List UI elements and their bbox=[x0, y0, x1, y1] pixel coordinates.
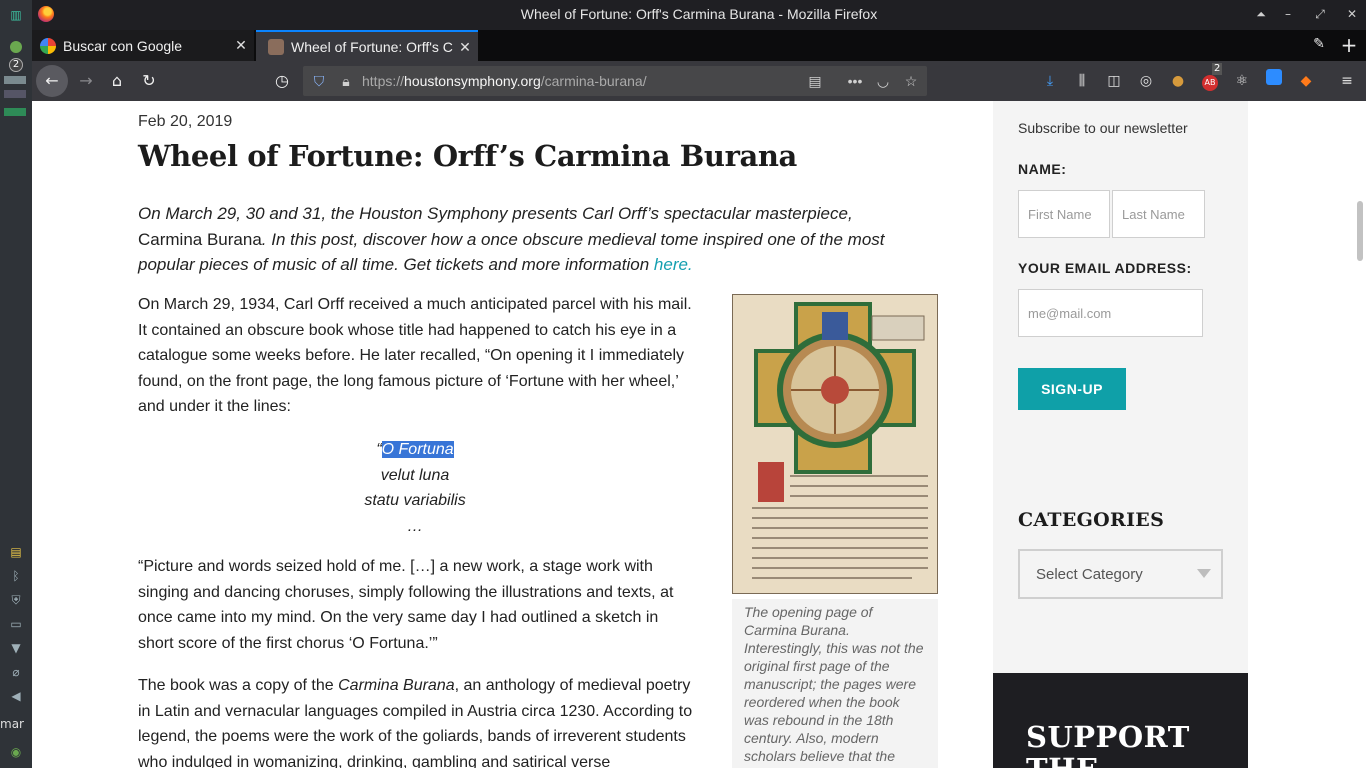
power-icon[interactable]: ◉ bbox=[5, 743, 27, 761]
categories-heading: CATEGORIES bbox=[1018, 509, 1165, 531]
tab-strip: Buscar con Google ✕ Wheel of Fortune: Or… bbox=[32, 30, 1366, 61]
sidebar-icon[interactable]: ◫ bbox=[1102, 69, 1126, 93]
back-icon[interactable]: ← bbox=[36, 65, 68, 97]
home-icon[interactable]: ⌂ bbox=[105, 69, 129, 93]
notification-icon[interactable]: 2 bbox=[5, 56, 27, 74]
forward-icon[interactable]: → bbox=[74, 69, 98, 93]
paragraph: The book was a copy of the Carmina Buran… bbox=[138, 677, 693, 768]
poem-quote: “O Fortuna velut luna statu variabilis … bbox=[364, 441, 466, 535]
first-name-field[interactable]: First Name bbox=[1018, 190, 1110, 238]
paragraph: “Picture and words seized hold of me. […… bbox=[138, 558, 674, 652]
notes-icon[interactable]: ▤ bbox=[5, 543, 27, 561]
minimize-icon[interactable]: – bbox=[1278, 5, 1298, 23]
adblock-badge: 2 bbox=[1212, 63, 1223, 75]
security-icon[interactable]: ⛨ bbox=[5, 591, 27, 609]
firefox-extension-icon[interactable]: ◆ bbox=[1294, 69, 1318, 93]
notification-badge: 2 bbox=[9, 58, 23, 72]
category-select[interactable]: Select Category bbox=[1018, 549, 1223, 599]
lock-icon[interactable]: 🔒︎ bbox=[334, 69, 358, 93]
bluetooth-icon[interactable]: ᛒ bbox=[5, 567, 27, 585]
paragraph: On March 29, 1934, Carl Orff received a … bbox=[138, 296, 692, 415]
signup-button[interactable]: SIGN-UP bbox=[1018, 368, 1126, 410]
tab-google[interactable]: Buscar con Google ✕ bbox=[32, 30, 254, 61]
post-lead: On March 29, 30 and 31, the Houston Symp… bbox=[138, 204, 885, 274]
taskbar-window-icon[interactable] bbox=[4, 108, 26, 116]
reader-view-icon[interactable]: ▤ bbox=[803, 69, 827, 93]
tracking-protection-icon[interactable]: ⛉ bbox=[307, 69, 331, 93]
close-window-icon[interactable]: ✕ bbox=[1342, 5, 1362, 23]
hamburger-menu-icon[interactable]: ≡ bbox=[1335, 69, 1359, 93]
post-date: Feb 20, 2019 bbox=[138, 113, 233, 130]
history-icon[interactable]: ◷ bbox=[270, 69, 294, 93]
wheel-of-fortune-illustration bbox=[732, 294, 938, 594]
image-caption: The opening page of Carmina Burana. Inte… bbox=[732, 599, 938, 768]
scrollbar-thumb[interactable] bbox=[1357, 201, 1363, 261]
workspace-icon[interactable] bbox=[5, 38, 27, 56]
taskbar-clock-text: mar bbox=[0, 717, 24, 731]
houston-symphony-icon bbox=[268, 38, 284, 55]
window-titlebar: Wheel of Fortune: Orff's Carmina Burana … bbox=[32, 0, 1366, 30]
extension-cookie-icon[interactable]: ● bbox=[1166, 69, 1190, 93]
support-heading: SUPPORT THE bbox=[1026, 720, 1190, 768]
maximize-icon[interactable]: ⤢ bbox=[1310, 5, 1330, 23]
zoom-extension-icon[interactable] bbox=[1262, 69, 1286, 93]
downloads-icon[interactable]: ⤓ bbox=[1038, 69, 1062, 93]
wrench-icon[interactable]: ✎ bbox=[1310, 36, 1328, 54]
manuscript-image bbox=[732, 294, 938, 594]
desktop-panel: ▥ 2 ▤ ᛒ ⛨ ▭ ▼ ⌀ ◀ mar ◉ bbox=[0, 0, 32, 768]
page-actions-icon[interactable]: ••• bbox=[843, 69, 867, 93]
url-text[interactable]: https://houstonsymphony.org/carmina-bura… bbox=[362, 73, 647, 89]
page-viewport: Feb 20, 2019 Wheel of Fortune: Orff’s Ca… bbox=[32, 101, 1354, 768]
google-icon bbox=[40, 37, 56, 54]
last-name-field[interactable]: Last Name bbox=[1112, 190, 1205, 238]
react-devtools-icon[interactable]: ⚛ bbox=[1230, 69, 1254, 93]
selected-text: O Fortuna bbox=[381, 441, 454, 458]
attachment-icon[interactable]: ⌀ bbox=[5, 663, 27, 681]
close-tab-icon[interactable]: ✕ bbox=[456, 38, 474, 56]
tab-label: Wheel of Fortune: Orff's C bbox=[291, 38, 453, 55]
email-label: YOUR EMAIL ADDRESS: bbox=[1018, 260, 1192, 276]
window-title: Wheel of Fortune: Orff's Carmina Burana … bbox=[520, 6, 878, 22]
support-banner[interactable]: SUPPORT THE bbox=[993, 673, 1248, 768]
tab-carmina-burana[interactable]: Wheel of Fortune: Orff's C ✕ bbox=[256, 30, 478, 61]
close-tab-icon[interactable]: ✕ bbox=[232, 36, 250, 54]
volume-icon[interactable]: ◀ bbox=[5, 687, 27, 705]
taskbar-window-icon[interactable] bbox=[4, 76, 26, 84]
wifi-icon[interactable]: ▼ bbox=[5, 639, 27, 657]
chevron-down-icon bbox=[1197, 569, 1211, 578]
url-bar[interactable]: ⛉ 🔒︎ https://houstonsymphony.org/carmina… bbox=[303, 66, 927, 96]
page-scrollbar[interactable] bbox=[1354, 101, 1366, 768]
window-shade-icon[interactable]: ⏶ bbox=[1251, 5, 1271, 23]
name-label: NAME: bbox=[1018, 161, 1067, 177]
app-menu-icon[interactable]: ▥ bbox=[5, 6, 27, 24]
category-select-value: Select Category bbox=[1036, 566, 1143, 583]
bookmark-star-icon[interactable]: ☆ bbox=[899, 69, 923, 93]
post-title: Wheel of Fortune: Orff’s Carmina Burana bbox=[138, 139, 797, 173]
library-icon[interactable]: ⫼ bbox=[1070, 69, 1094, 93]
sidebar: Subscribe to our newsletter NAME: First … bbox=[993, 101, 1248, 673]
account-icon[interactable]: ◎ bbox=[1134, 69, 1158, 93]
pocket-icon[interactable]: ◡ bbox=[871, 69, 895, 93]
tab-label: Buscar con Google bbox=[63, 37, 183, 54]
new-tab-icon[interactable]: + bbox=[1338, 34, 1360, 56]
taskbar-window-icon[interactable] bbox=[4, 90, 26, 98]
reload-icon[interactable]: ↻ bbox=[137, 69, 161, 93]
clipboard-icon[interactable]: ▭ bbox=[5, 615, 27, 633]
tickets-link[interactable]: here. bbox=[654, 255, 693, 274]
newsletter-subtitle: Subscribe to our newsletter bbox=[1018, 120, 1188, 136]
email-field[interactable]: me@mail.com bbox=[1018, 289, 1203, 337]
adblock-icon[interactable]: AB 2 bbox=[1198, 63, 1223, 93]
navigation-bar: ← → ⌂ ↻ ◷ ⛉ 🔒︎ https://houstonsymphony.o… bbox=[32, 61, 1366, 101]
